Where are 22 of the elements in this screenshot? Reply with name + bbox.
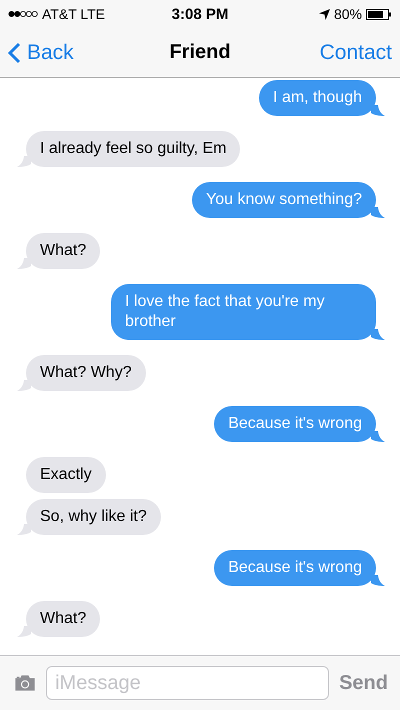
battery-percent: 80% — [334, 6, 362, 22]
clock-time: 3:08 PM — [172, 6, 228, 22]
bubble-tail-icon — [371, 431, 385, 442]
bubble-tail-icon — [371, 329, 385, 340]
bubble-tail-icon — [371, 575, 385, 586]
conversation-title: Friend — [169, 41, 231, 64]
contact-button[interactable]: Contact — [320, 40, 392, 64]
message-input-field[interactable]: iMessage — [46, 666, 330, 700]
bubble-tail-icon — [371, 207, 385, 218]
bubble-tail-icon — [17, 524, 31, 535]
chevron-left-icon[interactable] — [8, 42, 21, 64]
bubble-tail-icon — [17, 156, 31, 167]
bubble-tail-icon — [17, 258, 31, 269]
send-button[interactable]: Send — [339, 672, 388, 694]
battery-icon — [366, 8, 392, 20]
location-arrow-icon — [318, 8, 330, 20]
signal-icon — [8, 10, 38, 18]
bubble-tail-icon — [17, 626, 31, 637]
back-button[interactable]: Back — [8, 40, 74, 64]
carrier-label: AT&T LTE — [42, 6, 106, 22]
bubble-tail-icon — [371, 105, 385, 116]
bubble-tail-icon — [17, 380, 31, 391]
